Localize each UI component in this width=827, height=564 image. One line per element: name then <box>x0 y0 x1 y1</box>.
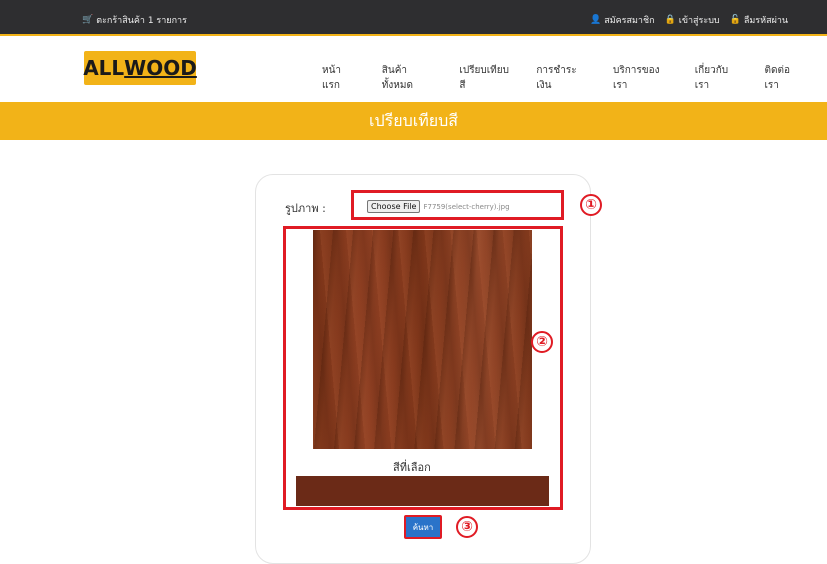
user-icon: 👤 <box>590 14 602 25</box>
annotation-number-2: ② <box>531 331 553 353</box>
logo-text-wood: WOOD <box>124 56 197 80</box>
unlock-icon: 🔓 <box>729 14 741 25</box>
page-title: เปรียบเทียบสี <box>368 110 459 130</box>
choose-file-button[interactable]: Choose File <box>367 200 421 213</box>
chosen-color-swatch <box>296 476 549 506</box>
picture-label: รูปภาพ : <box>285 202 326 215</box>
cart-text: ตะกร้าสินค้า 1 รายการ <box>96 16 187 26</box>
file-input[interactable]: Choose File F7759(select-cherry).jpg <box>367 200 510 213</box>
login-link[interactable]: 🔒 เข้าสู่ระบบ <box>665 13 720 27</box>
register-label: สมัครสมาชิก <box>604 16 655 26</box>
wood-sample-image <box>313 230 532 449</box>
chosen-color-label: สีที่เลือก <box>393 461 431 474</box>
register-link[interactable]: 👤 สมัครสมาชิก <box>590 13 655 27</box>
top-bar: 🛒 ตะกร้าสินค้า 1 รายการ 👤 สมัครสมาชิก 🔒 … <box>0 0 827 36</box>
lock-icon: 🔒 <box>664 14 676 25</box>
allwood-logo[interactable]: ALL WOOD <box>83 51 197 85</box>
search-button[interactable]: ค้นหา <box>404 515 442 539</box>
main-nav: หน้าแรก สินค้าทั้งหมด เปรียบเทียบสี การช… <box>322 63 827 93</box>
annotation-number-1: ① <box>580 194 602 216</box>
nav-about[interactable]: เกี่ยวกับเรา <box>695 63 739 93</box>
cart-icon: 🛒 <box>82 14 94 25</box>
cart-link[interactable]: 🛒 ตะกร้าสินค้า 1 รายการ <box>82 13 187 27</box>
site-header: ALL WOOD หน้าแรก สินค้าทั้งหมด เปรียบเทีย… <box>0 38 827 102</box>
account-links: 👤 สมัครสมาชิก 🔒 เข้าสู่ระบบ 🔓 ลืมรหัสผ่า… <box>590 13 788 27</box>
logo-text-all: ALL <box>83 56 125 80</box>
nav-compare-colors[interactable]: เปรียบเทียบสี <box>459 63 510 93</box>
nav-payment[interactable]: การชำระเงิน <box>536 63 587 93</box>
file-name: F7759(select-cherry).jpg <box>423 202 510 211</box>
nav-contact[interactable]: ติดต่อเรา <box>764 63 801 93</box>
forgot-label: ลืมรหัสผ่าน <box>743 16 789 26</box>
forgot-password-link[interactable]: 🔓 ลืมรหัสผ่าน <box>730 13 788 27</box>
page-banner: เปรียบเทียบสี <box>0 102 827 140</box>
login-label: เข้าสู่ระบบ <box>678 16 720 26</box>
nav-all-products[interactable]: สินค้าทั้งหมด <box>382 63 434 93</box>
nav-services[interactable]: บริการของเรา <box>613 63 669 93</box>
nav-home[interactable]: หน้าแรก <box>322 63 356 93</box>
annotation-number-3: ③ <box>456 516 478 538</box>
